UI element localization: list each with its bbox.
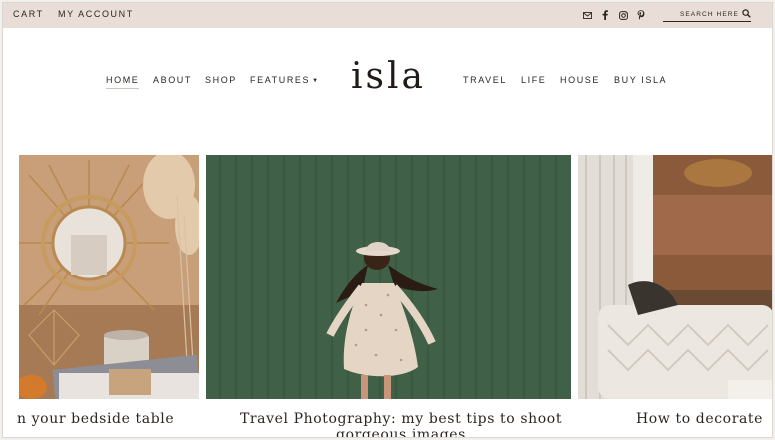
pinterest-icon[interactable] [635,8,647,22]
search-box [663,7,751,22]
slide-caption[interactable]: n your bedside table [17,411,174,427]
nav-life[interactable]: LIFE [521,75,546,85]
caret-down-icon: ▼ [312,78,320,84]
facebook-icon[interactable] [599,8,611,22]
slide-image-bedside[interactable] [19,155,199,399]
cart-link[interactable]: CART [13,9,44,19]
search-input[interactable] [663,7,739,21]
my-account-link[interactable]: MY ACCOUNT [58,9,134,19]
slide-caption[interactable]: Travel Photography: my best tips to shoo… [236,411,566,437]
nav-buy-isla[interactable]: BUY ISLA [614,75,667,85]
nav-home[interactable]: HOME [106,75,140,89]
nav-travel[interactable]: TRAVEL [463,75,507,85]
nav-about[interactable]: ABOUT [153,75,192,85]
page-frame: CART MY ACCOUNT HOME ABOUT SHOP FEATURES… [2,2,773,438]
slide-image-decorate[interactable] [578,155,772,399]
top-bar: CART MY ACCOUNT [3,3,772,28]
nav-features-label: FEATURES [250,75,311,85]
nav-shop[interactable]: SHOP [205,75,237,85]
search-icon[interactable] [742,9,751,18]
site-logo[interactable]: isla [351,56,426,97]
slide-caption[interactable]: How to decorate [636,411,763,427]
mail-icon[interactable] [581,8,593,22]
nav-features[interactable]: FEATURES ▼ [250,75,320,85]
slide-image-travel-photography[interactable] [206,155,571,399]
instagram-icon[interactable] [617,8,629,22]
nav-house[interactable]: HOUSE [560,75,600,85]
